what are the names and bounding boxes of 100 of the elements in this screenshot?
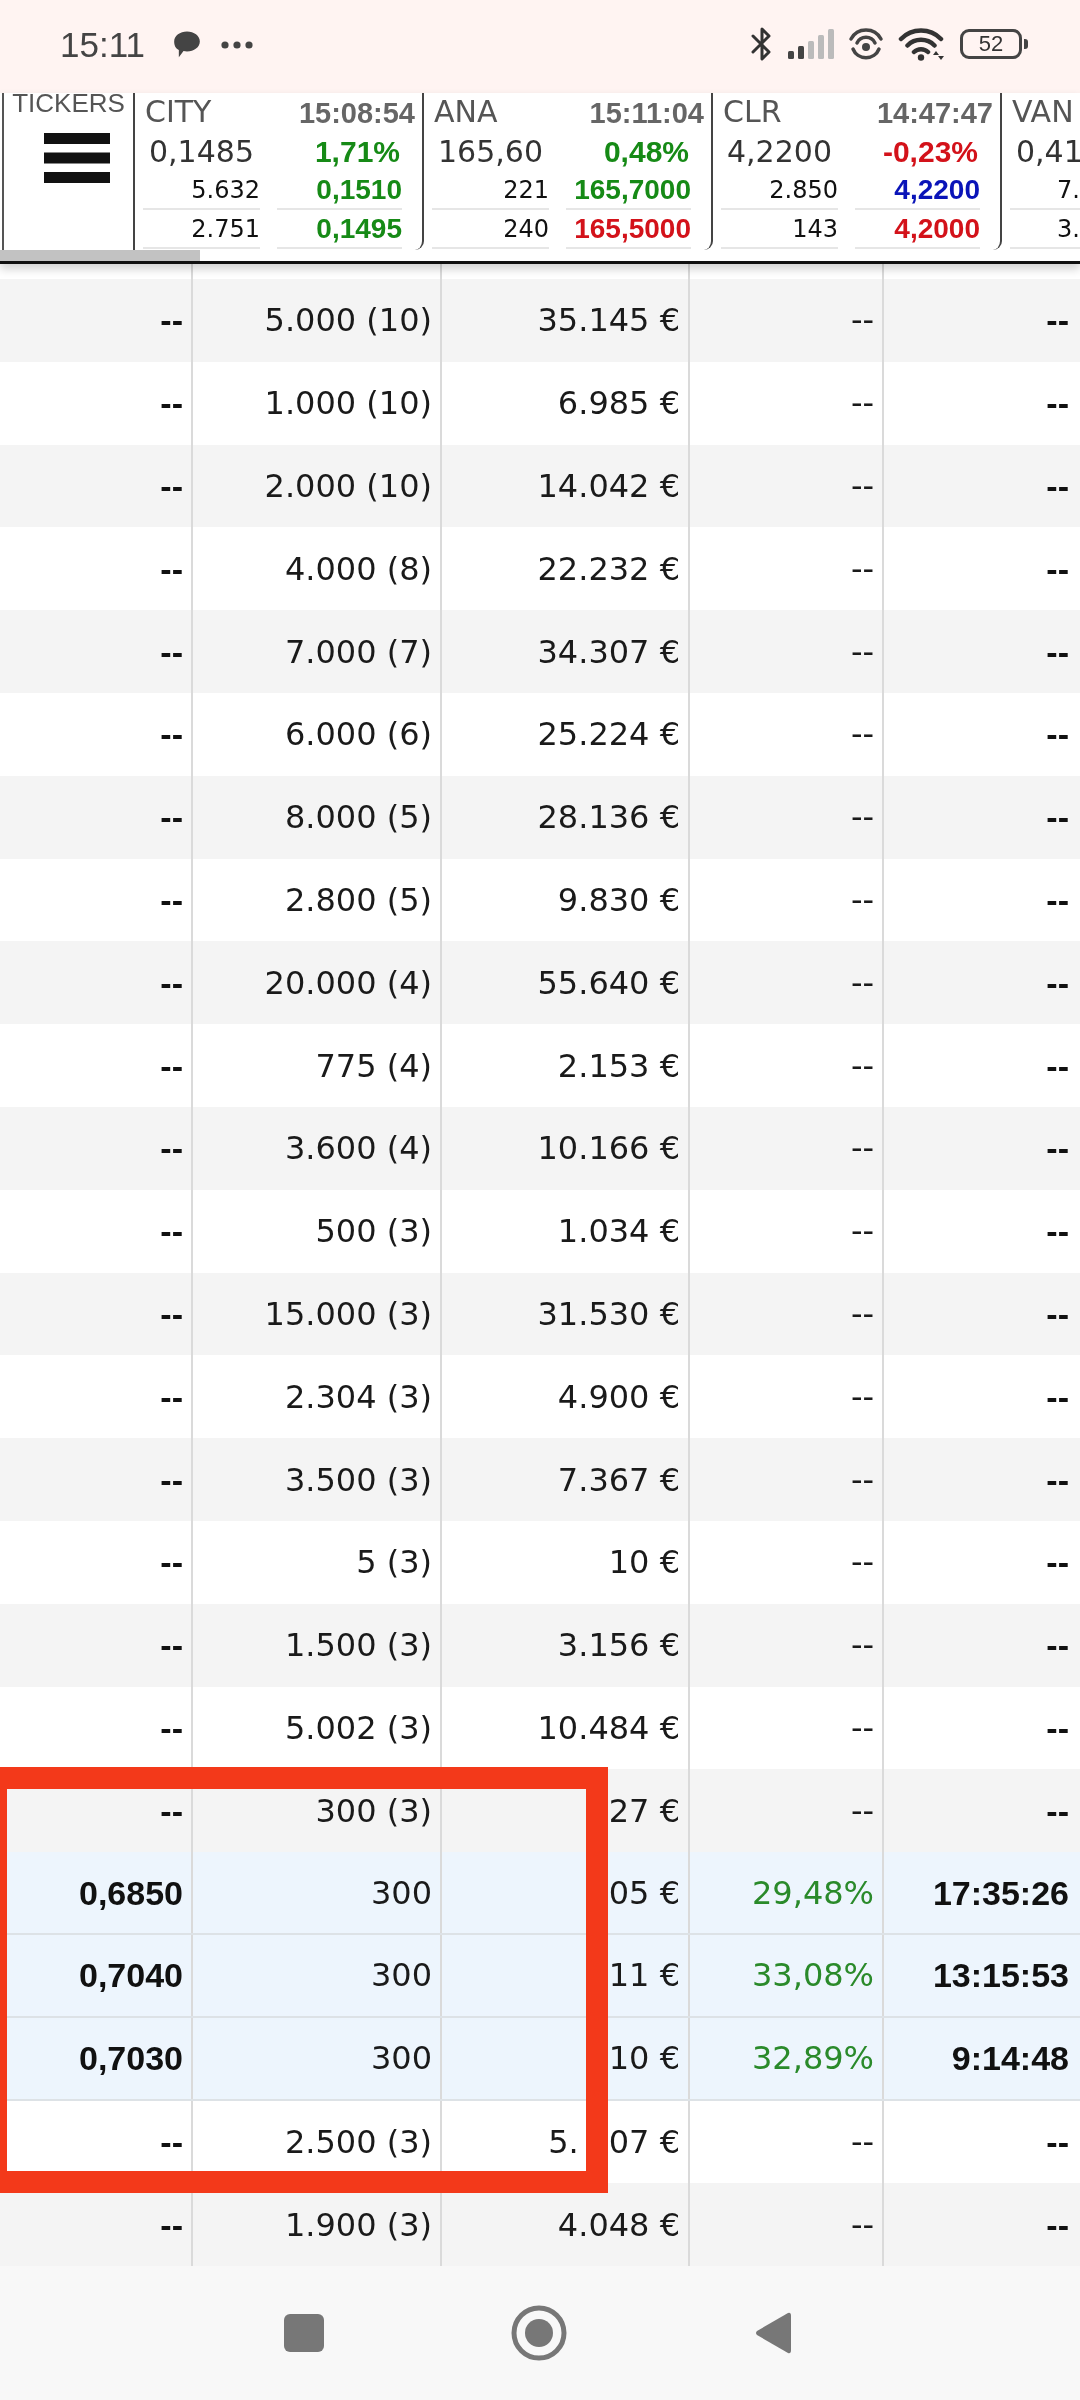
status-time: 15:11 — [60, 24, 145, 65]
table-text: 05 € — [608, 1873, 680, 1912]
table-row[interactable]: -- 2.000 (10) 14.042 € -- -- — [0, 444, 1080, 528]
price-change: 0,48% — [603, 135, 689, 169]
table-text: -- — [850, 2122, 874, 2161]
table-text: -- — [160, 2205, 183, 2244]
table-text: 15.000 (3) — [264, 1294, 432, 1333]
table-text: 2.153 € — [557, 1046, 680, 1085]
table-row[interactable]: -- 15.000 (3) 31.530 € -- -- — [0, 1272, 1080, 1356]
table-text: -- — [850, 384, 874, 423]
table-text: 10 € — [608, 2039, 680, 2078]
quote-price: 4,2200 — [894, 174, 980, 205]
table-text: 22.232 € — [537, 549, 680, 588]
table-text: 1.000 (10) — [264, 384, 432, 423]
table-row[interactable]: -- 20.000 (4) 55.640 € -- -- — [0, 941, 1080, 1025]
table-row[interactable]: -- 8.000 (5) 28.136 € -- -- — [0, 775, 1080, 859]
ticker-card[interactable]: VAN 0,41 7. 3. — [1002, 93, 1080, 250]
ticker-card[interactable]: CLR 14:47:47 4,2200 -0,23% 2.850 4,2200 143 4,2000 — [713, 93, 1002, 250]
scrollbar-thumb[interactable] — [0, 250, 200, 261]
menu-icon[interactable] — [43, 133, 110, 183]
table-text: -- — [1046, 715, 1069, 754]
table-text: -- — [1046, 1626, 1069, 1665]
table-text: -- — [160, 1129, 183, 1168]
table-text: 32,89% — [752, 2039, 874, 2078]
table-text: -- — [850, 963, 874, 1002]
table-text: -- — [850, 1294, 874, 1333]
ticker-symbol: CITY — [145, 95, 212, 129]
table-text: -- — [160, 1708, 183, 1747]
table-text: -- — [1046, 1460, 1069, 1499]
table-text: -- — [1046, 880, 1069, 919]
table-text: 5. — [548, 2122, 579, 2161]
table-text: -- — [1046, 384, 1069, 423]
table-text: 34.307 € — [537, 632, 680, 671]
table-text: 0,7040 — [79, 1956, 183, 1995]
table-text: 3.156 € — [557, 1626, 680, 1665]
table-text: 8.000 (5) — [284, 798, 432, 837]
table-row[interactable]: -- 1.500 (3) 3.156 € -- -- — [0, 1603, 1080, 1687]
table-text: 4.900 € — [557, 1377, 680, 1416]
table-text: -- — [160, 1294, 183, 1333]
ticker-symbol: VAN — [1012, 95, 1074, 129]
table-text: 0,7030 — [79, 2039, 183, 2078]
table-text: -- — [160, 384, 183, 423]
home-icon[interactable] — [511, 2305, 567, 2362]
table-text: -- — [1046, 2205, 1069, 2244]
table-text: 35.145 € — [537, 301, 680, 340]
table-text: -- — [160, 1791, 183, 1830]
table-text: 3.600 (4) — [284, 1129, 432, 1168]
table-text: -- — [160, 715, 183, 754]
table-text: 1.500 (3) — [284, 1626, 432, 1665]
table-text: -- — [1046, 301, 1069, 340]
wifi-icon — [898, 26, 944, 61]
last-price: 165,60 — [438, 135, 543, 169]
table-text: 4.048 € — [557, 2205, 680, 2244]
table-text: -- — [160, 301, 183, 340]
table-text: 20.000 (4) — [264, 963, 432, 1002]
table-text: 6.000 (6) — [284, 715, 432, 754]
price-change: -0,23% — [882, 135, 978, 169]
table-row[interactable]: -- 3.600 (4) 10.166 € -- -- — [0, 1106, 1080, 1190]
table-text: 10.484 € — [537, 1708, 680, 1747]
table-text: 7.367 € — [557, 1460, 680, 1499]
table-text: -- — [1046, 467, 1069, 505]
table-text: -- — [160, 1212, 183, 1251]
table-text: -- — [850, 1212, 874, 1251]
table-text: -- — [1046, 1294, 1069, 1333]
table-text: -- — [850, 1129, 874, 1168]
table-text: 11 € — [608, 1956, 680, 1995]
table-text: -- — [850, 632, 874, 671]
table-row[interactable]: -- 1.900 (3) 4.048 € -- -- — [0, 2183, 1080, 2267]
table-text: -- — [850, 1046, 874, 1085]
quote-volume: 5.632 — [191, 175, 260, 204]
last-price: 0,41 — [1016, 135, 1080, 169]
quote-price: 165,5000 — [574, 213, 691, 244]
table-row[interactable]: -- 3.500 (3) 7.367 € -- -- — [0, 1438, 1080, 1521]
table-text: -- — [160, 549, 183, 588]
table-text: -- — [160, 880, 183, 919]
table-text: 300 — [370, 1956, 432, 1995]
price-change: 1,71% — [314, 135, 400, 169]
table-text: 29,48% — [752, 1873, 874, 1912]
table-text: -- — [850, 1626, 874, 1665]
table-row[interactable]: -- 7.000 (7) 34.307 € -- -- — [0, 610, 1080, 693]
table-text: 2.000 (10) — [264, 467, 432, 505]
table-text: 300 — [370, 2039, 432, 2078]
ticker-card[interactable]: ANA 15:11:04 165,60 0,48% 221 165,7000 240 165,5000 — [424, 93, 713, 250]
table-text: -- — [160, 1460, 183, 1499]
table-text: 7.000 (7) — [284, 632, 432, 671]
table-text: 1.900 (3) — [284, 2205, 432, 2244]
ticker-card[interactable]: CITY 15:08:54 0,1485 1,71% 5.632 0,1510 2.751 0,1495 — [135, 93, 424, 250]
more-icon — [221, 40, 253, 49]
table-row[interactable]: -- 5.000 (10) 35.145 € -- -- — [0, 279, 1080, 362]
table-text: -- — [850, 1791, 874, 1830]
square-icon[interactable] — [284, 2314, 324, 2353]
table-text: -- — [160, 1377, 183, 1416]
table-text: 500 (3) — [315, 1212, 432, 1251]
table-text: -- — [850, 1460, 874, 1499]
table-text: -- — [1046, 632, 1069, 671]
table-text: -- — [850, 467, 874, 505]
table-text: 6.985 € — [557, 384, 680, 423]
quote-price: 165,7000 — [574, 174, 691, 205]
table-text: 17:35:26 — [932, 1873, 1069, 1912]
table-text: -- — [1046, 1708, 1069, 1747]
